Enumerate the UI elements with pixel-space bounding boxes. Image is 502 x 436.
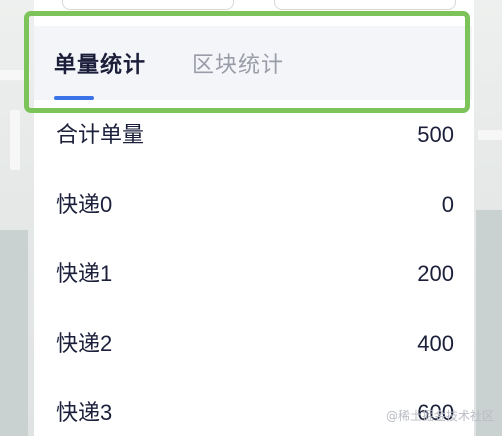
- tab-bar: 单量统计 区块统计: [34, 26, 472, 100]
- list-item: 合计单量 500: [34, 115, 454, 155]
- map-road: [0, 70, 30, 80]
- list-item: 快递0 0: [34, 185, 454, 225]
- row-label: 快递0: [56, 192, 113, 217]
- row-value: 0: [441, 192, 454, 217]
- top-button-left[interactable]: [62, 0, 234, 10]
- top-button-right[interactable]: [274, 0, 456, 10]
- list-item: 快递2 400: [34, 324, 454, 364]
- watermark: @稀土掘金技术社区: [385, 409, 494, 423]
- row-value: 500: [417, 122, 454, 147]
- row-value: 200: [417, 261, 454, 286]
- list-item: 快递1 200: [34, 254, 454, 294]
- stats-list: 合计单量 500 快递0 0 快递1 200 快递2 400 快递3 600: [34, 113, 474, 436]
- row-label: 快递3: [56, 400, 113, 425]
- active-tab-indicator: [54, 96, 94, 100]
- tab-block-stats[interactable]: 区块统计: [192, 50, 284, 80]
- row-label: 合计单量: [56, 122, 145, 147]
- map-water: [0, 230, 28, 436]
- map-road: [10, 110, 20, 170]
- row-label: 快递1: [56, 261, 113, 286]
- row-value: 400: [417, 331, 454, 356]
- map-road: [478, 130, 502, 140]
- tab-order-count[interactable]: 单量统计: [54, 50, 146, 80]
- row-label: 快递2: [56, 331, 113, 356]
- map-water: [476, 210, 502, 436]
